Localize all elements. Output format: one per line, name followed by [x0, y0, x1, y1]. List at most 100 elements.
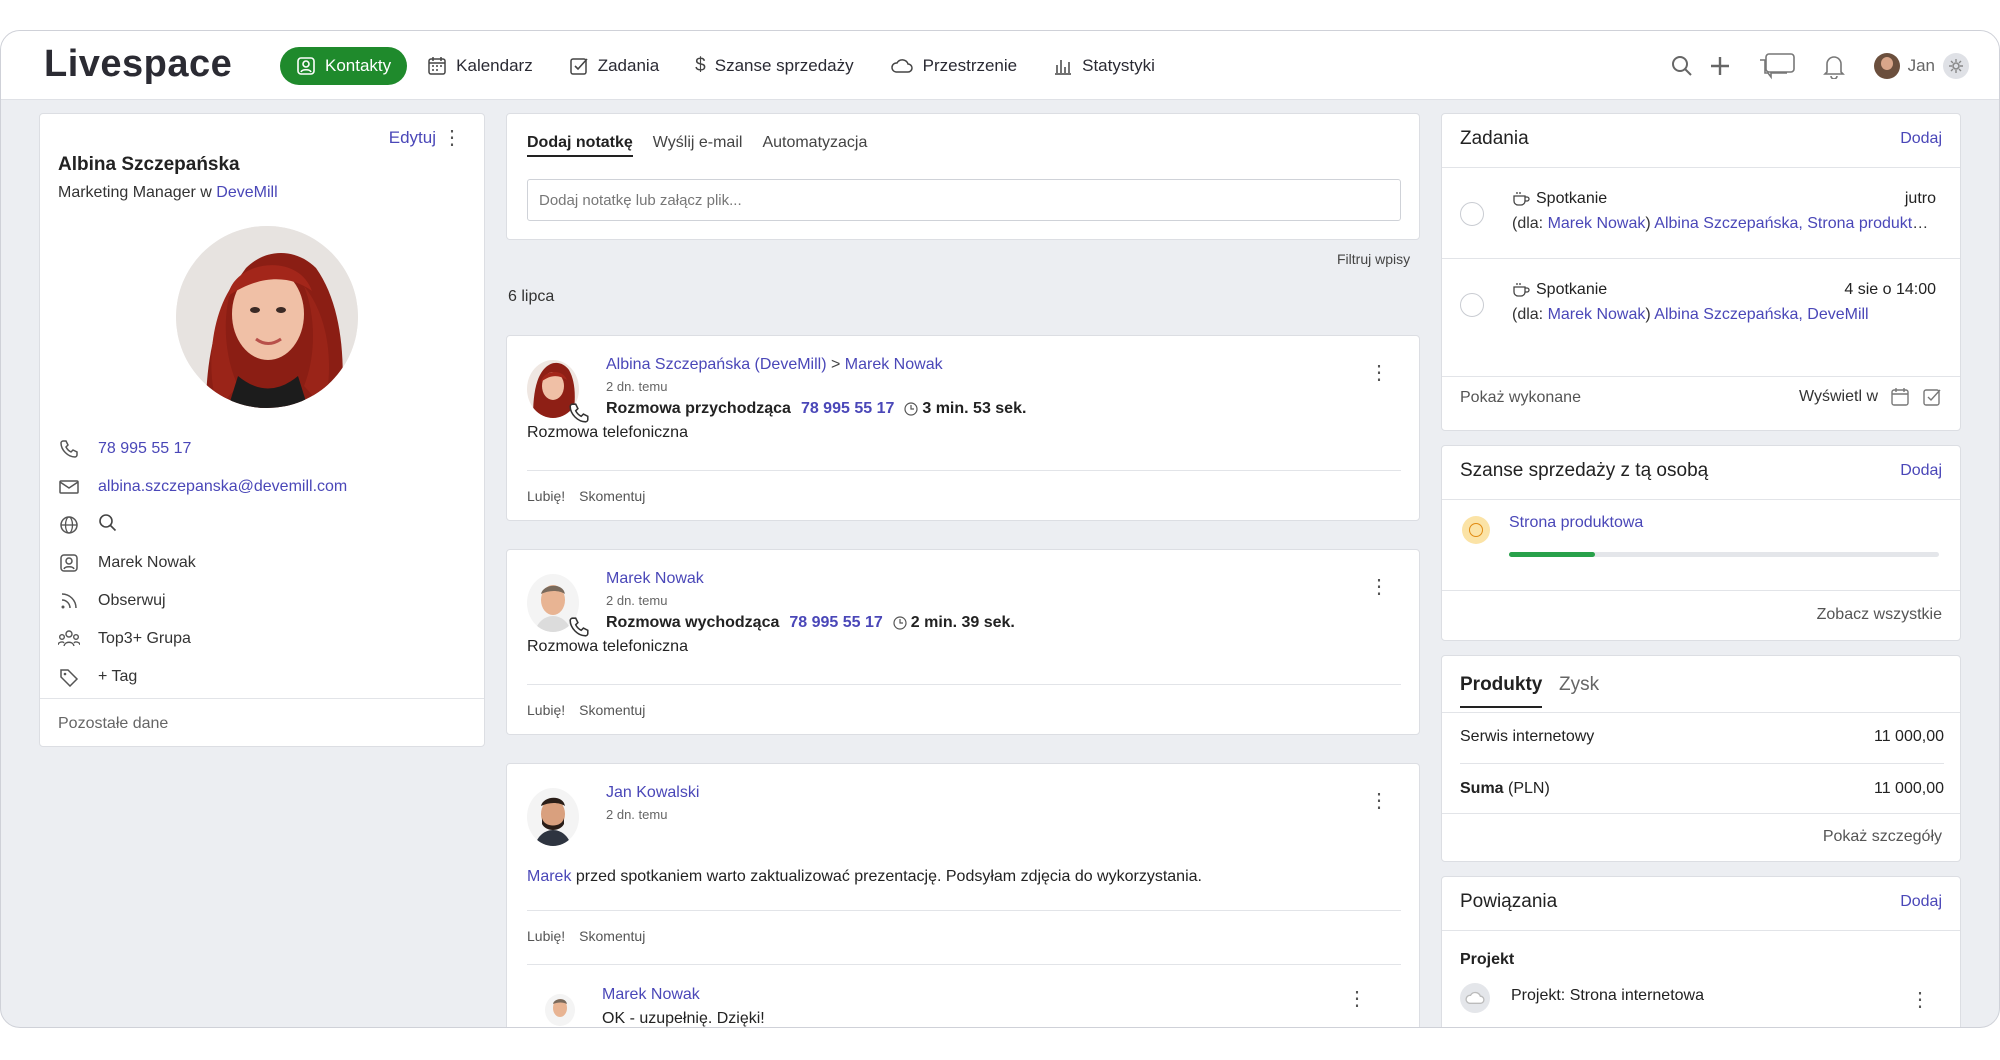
group-icon: [58, 629, 80, 649]
nav-tasks[interactable]: Zadania: [553, 47, 675, 85]
add-icon[interactable]: [1708, 54, 1732, 78]
entry-options-icon[interactable]: ⋮: [1369, 574, 1389, 599]
task-for: (dla: Marek Nowak) Albina Szczepańska, D…: [1512, 306, 1869, 323]
rss-icon: [58, 591, 80, 611]
entry-author-link[interactable]: Marek Nowak: [606, 570, 704, 587]
task-complete-checkbox[interactable]: [1460, 202, 1484, 226]
bar-chart-icon: [1055, 60, 1072, 75]
task-item[interactable]: Spotkanie 4 sie o 14:00 (dla: Marek Nowa…: [1442, 259, 1960, 343]
relation-options-icon[interactable]: ⋮: [1910, 987, 1930, 1012]
logo[interactable]: Livespace: [44, 43, 232, 86]
sum-unit: (PLN): [1508, 780, 1550, 797]
main-nav: Kontakty Kalendarz Zadania $ Szanse sprz…: [280, 47, 1175, 85]
email-link[interactable]: albina.szczepanska@devemill.com: [98, 478, 347, 496]
sum-label: Suma (PLN): [1460, 780, 1550, 798]
entry-target-link[interactable]: Marek Nowak: [845, 356, 943, 373]
entry-title: Jan Kowalski: [606, 784, 699, 802]
task-user-link[interactable]: Marek Nowak: [1548, 215, 1646, 232]
task-title-text: Spotkanie: [1536, 190, 1608, 207]
note-input[interactable]: Dodaj notatkę lub załącz plik...: [527, 179, 1401, 221]
tab-send-email[interactable]: Wyślij e-mail: [653, 134, 743, 157]
user-name: Jan: [1907, 55, 1935, 75]
reply-options-icon[interactable]: ⋮: [1347, 986, 1367, 1011]
divider: [1442, 376, 1960, 377]
bell-icon[interactable]: [1822, 53, 1846, 79]
comment-button[interactable]: Skomentuj: [579, 488, 645, 504]
search-icon[interactable]: [1670, 54, 1694, 78]
task-complete-checkbox[interactable]: [1460, 293, 1484, 317]
like-button[interactable]: Lubię!: [527, 702, 565, 718]
more-options-icon[interactable]: ⋮: [442, 128, 462, 148]
call-summary: Rozmowa przychodząca 78 995 55 17 3 min.…: [606, 400, 1026, 418]
product-value: 11 000,00: [1874, 728, 1944, 745]
divider: [1442, 712, 1960, 713]
task-related-links[interactable]: Albina Szczepańska, Strona produktowa: [1654, 215, 1932, 232]
comment-button[interactable]: Skomentuj: [579, 928, 645, 944]
add-deal-button[interactable]: Dodaj: [1900, 462, 1942, 480]
calendar-icon[interactable]: [1890, 387, 1910, 407]
relation-item[interactable]: Projekt: Strona internetowa: [1511, 987, 1704, 1005]
see-all-deals-link[interactable]: Zobacz wszystkie: [1817, 606, 1942, 624]
web-search-icon[interactable]: [98, 513, 118, 538]
nav-spaces[interactable]: Przestrzenie: [874, 47, 1033, 85]
show-details-link[interactable]: Pokaż szczegóły: [1823, 828, 1942, 846]
deals-title: Szanse sprzedaży z tą osobą: [1460, 460, 1709, 481]
phone-link[interactable]: 78 995 55 17: [98, 440, 191, 458]
entry-actions: Lubię! Skomentuj: [527, 702, 645, 718]
call-number[interactable]: 78 995 55 17: [789, 614, 882, 632]
coffee-cup-icon: [1513, 283, 1530, 297]
filter-entries-link[interactable]: Filtruj wpisy: [1337, 251, 1410, 267]
reply-author-link[interactable]: Marek Nowak: [602, 986, 700, 1004]
mention-link[interactable]: Marek: [527, 868, 571, 885]
call-number[interactable]: 78 995 55 17: [801, 400, 894, 418]
composer-tabs: Dodaj notatkę Wyślij e-mail Automatyzacj…: [527, 134, 867, 157]
gear-icon[interactable]: [1943, 52, 1969, 79]
web-row: [58, 506, 468, 544]
user-menu[interactable]: Jan: [1873, 52, 1969, 79]
show-completed-link[interactable]: Pokaż wykonane: [1460, 389, 1581, 407]
task-title: Spotkanie: [1512, 190, 1607, 208]
like-button[interactable]: Lubię!: [527, 488, 565, 504]
tab-products[interactable]: Produkty: [1460, 674, 1543, 708]
divider: [527, 684, 1401, 685]
entry-author-link[interactable]: Albina Szczepańska (DeveMill): [606, 356, 827, 373]
task-item[interactable]: Spotkanie jutro (dla: Marek Nowak) Albin…: [1442, 168, 1960, 252]
edit-contact-link[interactable]: Edytuj: [389, 128, 436, 148]
tasks-title: Zadania: [1460, 128, 1529, 149]
company-link[interactable]: DeveMill: [216, 184, 277, 201]
task-related-links[interactable]: Albina Szczepańska, DeveMill: [1654, 306, 1868, 323]
clock-icon: [893, 616, 907, 630]
add-task-button[interactable]: Dodaj: [1900, 130, 1942, 148]
comment-button[interactable]: Skomentuj: [579, 702, 645, 718]
entry-options-icon[interactable]: ⋮: [1369, 360, 1389, 385]
note-composer: Dodaj notatkę Wyślij e-mail Automatyzacj…: [506, 113, 1420, 240]
add-tag-button[interactable]: + Tag: [98, 668, 137, 686]
group-name[interactable]: Top3+ Grupa: [98, 630, 191, 648]
contact-details: 78 995 55 17 albina.szczepanska@devemill…: [58, 430, 468, 696]
task-user-link[interactable]: Marek Nowak: [1548, 306, 1646, 323]
phone-icon: [58, 439, 80, 459]
top-actions: Jan: [1644, 31, 1999, 100]
nav-calendar[interactable]: Kalendarz: [411, 47, 549, 85]
tab-profit[interactable]: Zysk: [1559, 674, 1599, 696]
follow-link[interactable]: Obserwuj: [98, 592, 166, 610]
nav-contacts[interactable]: Kontakty: [280, 47, 408, 85]
relation-section-label: Projekt: [1460, 951, 1515, 968]
nav-stats[interactable]: Statystyki: [1037, 47, 1171, 85]
product-name: Serwis internetowy: [1460, 728, 1595, 745]
like-button[interactable]: Lubię!: [527, 928, 565, 944]
task-check-icon[interactable]: [1922, 387, 1942, 407]
tab-automation[interactable]: Automatyzacja: [762, 134, 867, 157]
chat-icon[interactable]: [1758, 52, 1796, 80]
entry-author-link[interactable]: Jan Kowalski: [606, 784, 699, 801]
owner-name[interactable]: Marek Nowak: [98, 554, 196, 572]
divider: [1460, 763, 1944, 764]
deal-link[interactable]: Strona produktowa: [1509, 514, 1643, 532]
nav-deals[interactable]: $ Szanse sprzedaży: [679, 47, 869, 85]
contact-photo: [176, 226, 358, 408]
entry-actions: Lubię! Skomentuj: [527, 488, 645, 504]
tab-add-note[interactable]: Dodaj notatkę: [527, 134, 633, 157]
add-relation-button[interactable]: Dodaj: [1900, 893, 1942, 911]
other-data-link[interactable]: Pozostałe dane: [40, 698, 484, 746]
entry-options-icon[interactable]: ⋮: [1369, 788, 1389, 813]
